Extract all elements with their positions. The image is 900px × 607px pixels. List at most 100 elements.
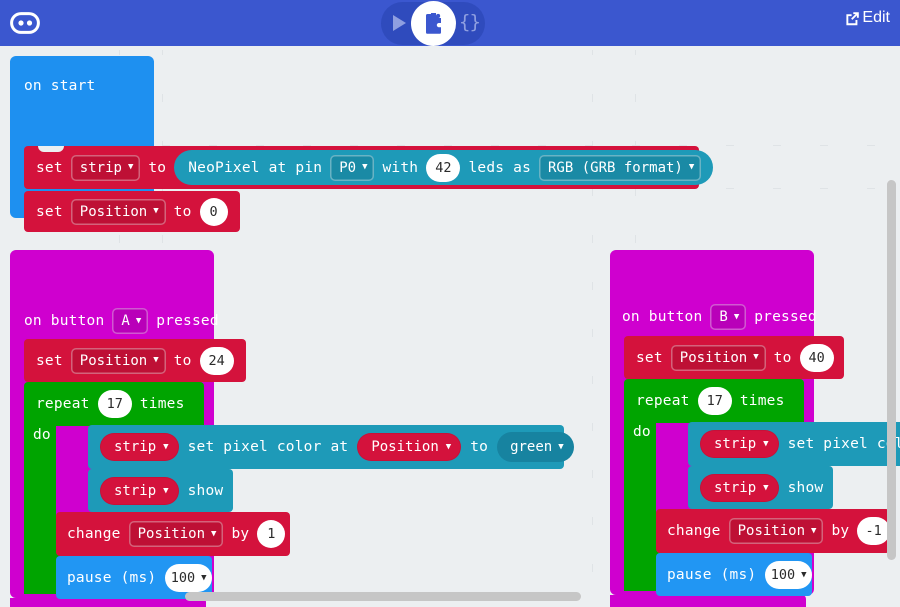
- strip-variable-pill[interactable]: strip ▼: [100, 433, 179, 461]
- set-position-block-start[interactable]: set Position ▼ to 0: [24, 191, 240, 232]
- chevron-down-icon: ▼: [153, 355, 159, 365]
- position-variable-label: Position: [371, 439, 439, 455]
- external-link-icon: [845, 11, 860, 26]
- set-label: set: [36, 203, 63, 220]
- repeat-label: repeat: [636, 393, 690, 409]
- repeat-block-a[interactable]: repeat 17 times: [24, 382, 204, 426]
- position-variable-label: Position: [737, 523, 806, 539]
- button-a-dropdown[interactable]: A ▼: [112, 308, 149, 334]
- to-label: to: [470, 439, 489, 455]
- pause-label: pause (ms): [67, 569, 157, 586]
- strip-show-block-a[interactable]: strip ▼ show: [88, 469, 233, 512]
- set-position-block-a[interactable]: set Position ▼ to 24: [24, 339, 246, 382]
- pause-duration-value: 100: [170, 569, 196, 586]
- strip-variable-label: strip: [714, 436, 757, 452]
- pause-block-b[interactable]: pause (ms) 100 ▼: [656, 553, 812, 596]
- pause-duration-value: 100: [770, 566, 796, 583]
- position-variable-dropdown[interactable]: Position ▼: [670, 344, 766, 371]
- run-toggle-group: {}: [381, 1, 485, 46]
- chevron-down-icon: ▼: [201, 572, 207, 583]
- pause-duration-field[interactable]: 100 ▼: [165, 563, 212, 592]
- show-label: show: [187, 482, 224, 499]
- change-amount-field[interactable]: 1: [257, 520, 286, 548]
- times-label: times: [739, 393, 785, 409]
- strip-variable-pill[interactable]: strip ▼: [700, 473, 779, 502]
- to-label: to: [173, 352, 192, 369]
- set-position-block-b[interactable]: set Position ▼ to 40: [624, 336, 844, 379]
- javascript-tab-button[interactable]: {}: [459, 11, 481, 33]
- on-start-label: on start: [24, 78, 96, 94]
- change-label: change: [67, 526, 121, 542]
- repeat-block-b[interactable]: repeat 17 times: [624, 379, 804, 423]
- chevron-down-icon: ▼: [135, 315, 142, 326]
- on-button-prefix-label: on button: [24, 313, 105, 329]
- chevron-down-icon: ▼: [763, 482, 769, 493]
- repeat-times-field[interactable]: 17: [697, 387, 732, 415]
- strip-variable-label: strip: [114, 482, 157, 499]
- position-variable-label: Position: [137, 526, 206, 542]
- strip-show-block-b[interactable]: strip ▼ show: [688, 466, 833, 509]
- chevron-down-icon: ▼: [211, 528, 217, 539]
- led-count-field[interactable]: 42: [426, 153, 461, 182]
- set-pixel-color-block-b[interactable]: strip ▼ set pixel color at Position ▼ to…: [688, 422, 900, 466]
- strip-variable-pill[interactable]: strip ▼: [700, 430, 779, 458]
- on-button-a-foot: [10, 598, 206, 607]
- on-button-b-header: on button B ▼ pressed: [622, 302, 817, 332]
- position-variable-dropdown[interactable]: Position ▼: [70, 347, 166, 374]
- set-strip-block[interactable]: set strip ▼ to NeoPixel at pin P0 ▼ with…: [24, 146, 714, 189]
- chevron-down-icon: ▼: [688, 162, 695, 172]
- repeat-times-field[interactable]: 17: [97, 390, 132, 418]
- strip-variable-dropdown[interactable]: strip ▼: [70, 154, 141, 181]
- pause-label: pause (ms): [667, 566, 757, 583]
- button-b-dropdown[interactable]: B ▼: [710, 304, 747, 330]
- to-label: to: [173, 203, 192, 220]
- set-label: set: [36, 159, 63, 176]
- pause-duration-field[interactable]: 100 ▼: [765, 560, 812, 589]
- chevron-down-icon: ▼: [558, 441, 564, 452]
- change-position-block-b[interactable]: change Position ▼ by -1: [656, 509, 890, 553]
- position-value-field[interactable]: 40: [799, 343, 834, 372]
- simulator-tab-button[interactable]: [411, 1, 456, 46]
- play-icon[interactable]: [393, 15, 406, 31]
- position-value-field[interactable]: 24: [199, 346, 234, 375]
- rgb-format-label: RGB (GRB format): [548, 159, 683, 176]
- position-variable-label: Position: [79, 203, 148, 220]
- position-value-field[interactable]: 0: [199, 197, 228, 226]
- by-label: by: [231, 526, 250, 542]
- pressed-label: pressed: [754, 309, 817, 325]
- horizontal-scrollbar[interactable]: [185, 592, 581, 601]
- chevron-down-icon: ▼: [753, 352, 759, 362]
- by-label: by: [831, 523, 850, 539]
- chevron-down-icon: ▼: [153, 206, 159, 216]
- strip-variable-pill[interactable]: strip ▼: [100, 476, 179, 505]
- chevron-down-icon: ▼: [362, 162, 368, 172]
- pixel-color-dropdown[interactable]: green ▼: [497, 432, 574, 462]
- set-pixel-color-block-a[interactable]: strip ▼ set pixel color at Position ▼ to…: [88, 425, 574, 469]
- change-amount-field[interactable]: -1: [857, 517, 890, 545]
- to-label: to: [148, 159, 167, 176]
- change-position-block-a[interactable]: change Position ▼ by 1: [56, 512, 290, 556]
- button-b-label: B: [719, 309, 728, 325]
- top-toolbar: {} Edit: [0, 0, 900, 46]
- strip-variable-label: strip: [714, 479, 757, 496]
- do-label: do: [33, 427, 51, 443]
- neopixel-create-block[interactable]: NeoPixel at pin P0 ▼ with 42 leds as RGB…: [174, 150, 714, 185]
- on-button-b-foot: [610, 595, 806, 607]
- pin-dropdown[interactable]: P0 ▼: [330, 154, 375, 181]
- position-variable-dropdown[interactable]: Position ▼: [70, 198, 166, 225]
- on-button-prefix-label: on button: [622, 309, 703, 325]
- blocks-workspace[interactable]: on start set strip ▼ to NeoPixel at pin …: [0, 46, 900, 607]
- leds-as-label: leds as: [468, 159, 531, 176]
- change-label: change: [667, 523, 721, 539]
- times-label: times: [139, 396, 185, 412]
- chevron-down-icon: ▼: [801, 569, 807, 580]
- microbit-logo-icon[interactable]: [10, 12, 40, 34]
- edit-button[interactable]: Edit: [845, 9, 890, 27]
- position-variable-dropdown[interactable]: Position ▼: [728, 518, 824, 544]
- position-variable-dropdown[interactable]: Position ▼: [128, 521, 224, 547]
- chevron-down-icon: ▼: [733, 311, 740, 322]
- vertical-scrollbar[interactable]: [887, 180, 896, 560]
- neopixel-prefix-label: NeoPixel at pin: [188, 159, 323, 176]
- position-variable-pill[interactable]: Position ▼: [357, 433, 462, 461]
- rgb-format-dropdown[interactable]: RGB (GRB format) ▼: [539, 154, 702, 181]
